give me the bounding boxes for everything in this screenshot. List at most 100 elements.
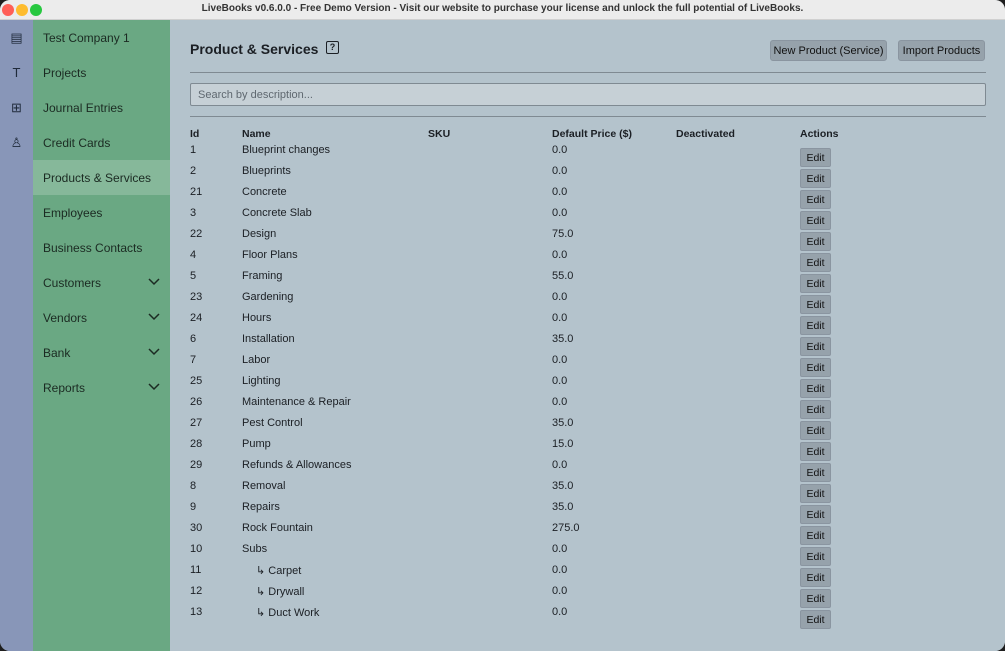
- sidebar-item-credit-cards[interactable]: Credit Cards: [33, 125, 170, 160]
- row-price: 0.0: [552, 144, 568, 156]
- table-row: 12 ↳ Drywall 0.0 Edit: [170, 583, 1005, 608]
- row-id: 28: [190, 438, 203, 450]
- table-row: 5 Framing 55.0 Edit: [170, 268, 1005, 293]
- row-name: Pump: [242, 438, 271, 450]
- help-icon[interactable]: ?: [326, 41, 339, 54]
- row-id: 27: [190, 417, 203, 429]
- table-row: 24 Hours 0.0 Edit: [170, 310, 1005, 335]
- row-price: 0.0: [552, 207, 568, 219]
- table-row: 4 Floor Plans 0.0 Edit: [170, 247, 1005, 272]
- sidebar-item-label: Reports: [43, 380, 86, 395]
- table-row: 26 Maintenance & Repair 0.0 Edit: [170, 394, 1005, 419]
- row-id: 4: [190, 249, 197, 261]
- chevron-down-icon: [148, 348, 160, 356]
- sidebar-item-label: Products & Services: [43, 170, 152, 185]
- row-price: 75.0: [552, 228, 574, 240]
- row-name: Concrete: [242, 186, 287, 198]
- row-id: 2: [190, 165, 197, 177]
- table-row: 29 Refunds & Allowances 0.0 Edit: [170, 457, 1005, 482]
- table-row: 3 Concrete Slab 0.0 Edit: [170, 205, 1005, 230]
- app-window: LiveBooks v0.6.0.0 - Free Demo Version -…: [0, 0, 1005, 651]
- row-price: 0.0: [552, 354, 568, 366]
- table-row: 11 ↳ Carpet 0.0 Edit: [170, 562, 1005, 587]
- column-header-deactivated[interactable]: Deactivated: [676, 128, 735, 140]
- row-id: 21: [190, 186, 203, 198]
- icon-bar: ▤ T ⊞ ♙: [0, 20, 33, 651]
- row-name: Gardening: [242, 291, 294, 303]
- row-id: 5: [190, 270, 197, 282]
- table-row: 6 Installation 35.0 Edit: [170, 331, 1005, 356]
- chevron-down-icon: [148, 278, 160, 286]
- row-name: Design: [242, 228, 277, 240]
- row-name: Installation: [242, 333, 295, 345]
- main-content: Product & Services ? New Product (Servic…: [170, 20, 1005, 651]
- row-id: 9: [190, 501, 197, 513]
- column-header-id[interactable]: Id: [190, 128, 199, 140]
- row-id: 30: [190, 522, 203, 534]
- products-table: Id Name SKU Default Price ($) Deactivate…: [170, 126, 1005, 630]
- sidebar-item-projects[interactable]: Projects: [33, 55, 170, 90]
- table-row: 9 Repairs 35.0 Edit: [170, 499, 1005, 524]
- column-header-name[interactable]: Name: [242, 128, 271, 140]
- table-row: 25 Lighting 0.0 Edit: [170, 373, 1005, 398]
- row-price: 0.0: [552, 312, 568, 324]
- import-products-button[interactable]: Import Products: [898, 40, 985, 61]
- row-name: Lighting: [242, 375, 281, 387]
- row-price: 0.0: [552, 459, 568, 471]
- building-icon[interactable]: ▤: [0, 20, 33, 55]
- sidebar-item-vendors[interactable]: Vendors: [33, 300, 170, 335]
- sidebar-item-label: Business Contacts: [43, 240, 143, 255]
- user-icon[interactable]: ♙: [0, 125, 33, 160]
- sidebar-item-employees[interactable]: Employees: [33, 195, 170, 230]
- sidebar-item-label: Vendors: [43, 310, 88, 325]
- row-price: 35.0: [552, 480, 574, 492]
- row-id: 8: [190, 480, 197, 492]
- row-id: 13: [190, 606, 203, 618]
- divider: [190, 72, 986, 73]
- t-icon[interactable]: T: [0, 55, 33, 90]
- row-price: 0.0: [552, 375, 568, 387]
- column-header-price[interactable]: Default Price ($): [552, 128, 632, 140]
- sidebar-item-label: Journal Entries: [43, 100, 124, 115]
- table-row: 30 Rock Fountain 275.0 Edit: [170, 520, 1005, 545]
- divider: [190, 116, 986, 117]
- plus-square-icon[interactable]: ⊞: [0, 90, 33, 125]
- row-price: 35.0: [552, 333, 574, 345]
- row-name: Concrete Slab: [242, 207, 312, 219]
- row-name: ↳ Duct Work: [256, 607, 320, 619]
- row-price: 275.0: [552, 522, 580, 534]
- table-row: 1 Blueprint changes 0.0 Edit: [170, 142, 1005, 167]
- row-id: 3: [190, 207, 197, 219]
- row-name: Hours: [242, 312, 272, 324]
- column-header-sku[interactable]: SKU: [428, 128, 450, 140]
- row-id: 22: [190, 228, 203, 240]
- row-name: Framing: [242, 270, 283, 282]
- row-name: Blueprint changes: [242, 144, 331, 156]
- sidebar-item-customers[interactable]: Customers: [33, 265, 170, 300]
- sidebar: Test Company 1 Projects Journal Entries …: [33, 20, 170, 651]
- sidebar-item-products-services[interactable]: Products & Services: [33, 160, 170, 195]
- table-row: 7 Labor 0.0 Edit: [170, 352, 1005, 377]
- sidebar-item-bank[interactable]: Bank: [33, 335, 170, 370]
- table-row: 8 Removal 35.0 Edit: [170, 478, 1005, 503]
- sidebar-company[interactable]: Test Company 1: [33, 20, 170, 55]
- sidebar-item-business-contacts[interactable]: Business Contacts: [33, 230, 170, 265]
- search-input[interactable]: [190, 83, 986, 106]
- row-id: 6: [190, 333, 197, 345]
- row-name: Pest Control: [242, 417, 303, 429]
- row-name: Refunds & Allowances: [242, 459, 352, 471]
- row-id: 25: [190, 375, 203, 387]
- row-id: 24: [190, 312, 203, 324]
- row-price: 0.0: [552, 249, 568, 261]
- sidebar-item-reports[interactable]: Reports: [33, 370, 170, 405]
- sidebar-item-journal-entries[interactable]: Journal Entries: [33, 90, 170, 125]
- new-product-button[interactable]: New Product (Service): [770, 40, 887, 61]
- row-id: 1: [190, 144, 197, 156]
- edit-button[interactable]: Edit: [800, 610, 831, 629]
- row-name: ↳ Carpet: [256, 565, 302, 577]
- row-price: 0.0: [552, 396, 568, 408]
- row-price: 35.0: [552, 417, 574, 429]
- row-price: 0.0: [552, 606, 568, 618]
- table-row: 2 Blueprints 0.0 Edit: [170, 163, 1005, 188]
- table-row: 23 Gardening 0.0 Edit: [170, 289, 1005, 314]
